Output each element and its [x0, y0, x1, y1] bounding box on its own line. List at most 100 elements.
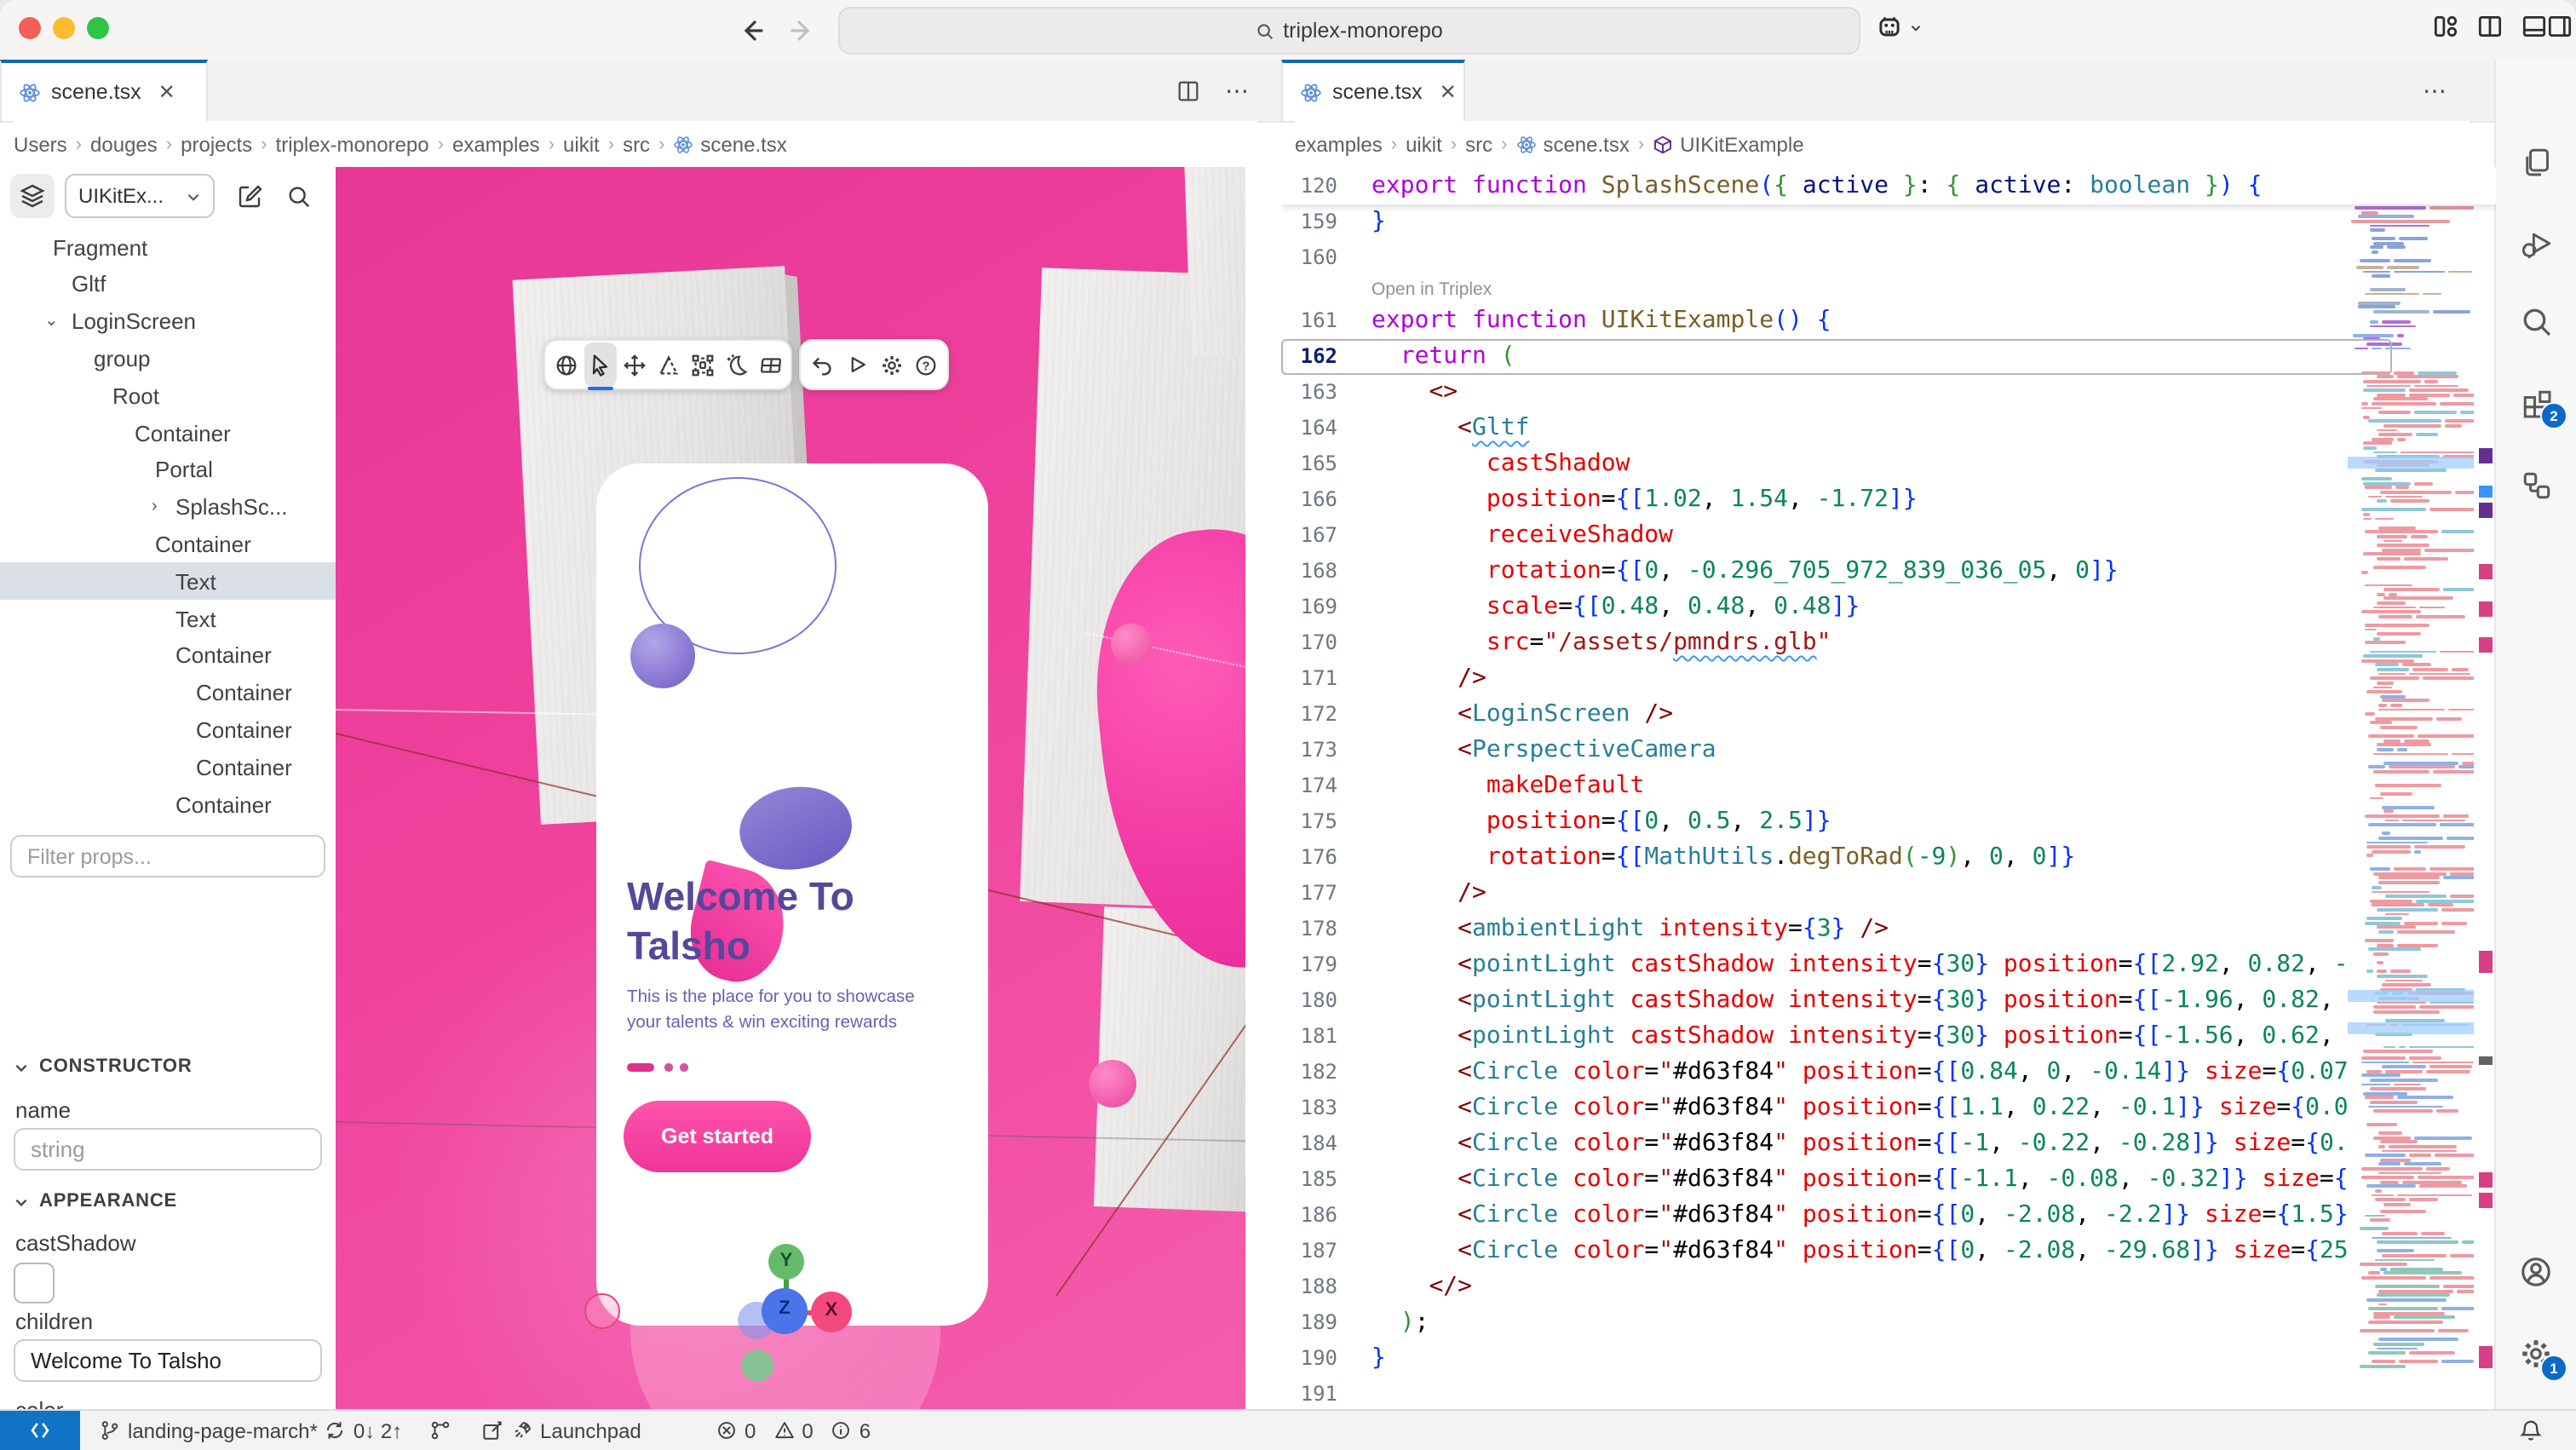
codelens-open-in-triplex[interactable]: Open in Triplex — [1371, 276, 1492, 303]
sidebar-right-button[interactable] — [2545, 12, 2574, 41]
code-line-182[interactable]: 182 <Circle color="#d63f84" position={[0… — [1281, 1055, 2392, 1090]
browser-address-bar[interactable]: triplex-monorepo — [838, 7, 1860, 55]
gray-box-top-right[interactable] — [1184, 167, 1245, 356]
breadcrumb-item[interactable]: Users — [14, 132, 67, 156]
rotate-tool-icon[interactable] — [652, 342, 684, 387]
gizmo-y-handle[interactable]: Y — [768, 1244, 804, 1280]
code-line-175[interactable]: 175 position={[0, 0.5, 2.5]} — [1281, 804, 2392, 840]
code-line-181[interactable]: 181 <pointLight castShadow intensity={30… — [1281, 1019, 2392, 1055]
sticky-code-line[interactable]: 120export function SplashScene({ active … — [1281, 167, 2496, 204]
browser-profile-button[interactable] — [1874, 12, 1923, 43]
code-line-183[interactable]: 183 <Circle color="#d63f84" position={[1… — [1281, 1090, 2392, 1126]
code-line-160[interactable]: 160 — [1281, 240, 2392, 276]
code-line-165[interactable]: 165 castShadow — [1281, 446, 2392, 482]
extensions-icon[interactable]: 2 — [2496, 375, 2576, 433]
launchpad-status[interactable]: Launchpad — [480, 1411, 641, 1450]
small-pink-sphere[interactable] — [1089, 1060, 1136, 1108]
code-line-174[interactable]: 174 makeDefault — [1281, 768, 2392, 804]
code-line-178[interactable]: 178 <ambientLight intensity={3} /> — [1281, 912, 2392, 947]
more-actions-icon[interactable]: ⋯ — [1225, 76, 1251, 105]
settings-gear-icon[interactable] — [875, 342, 908, 387]
code-line-176[interactable]: 176 rotation={[MathUtils.degToRad(-9), 0… — [1281, 840, 2392, 876]
problems-status[interactable]: 0 0 6 — [716, 1411, 871, 1450]
references-icon[interactable] — [2496, 457, 2576, 515]
appearance-section-header[interactable]: APPEARANCE — [14, 1191, 177, 1211]
code-line-163[interactable]: 163 <> — [1281, 375, 2392, 411]
breadcrumb-item[interactable]: examples — [452, 132, 540, 156]
code-line-169[interactable]: 169 scale={[0.48, 0.48, 0.48]} — [1281, 590, 2392, 625]
tree-item-container[interactable]: Container — [0, 711, 336, 749]
breadcrumb-item[interactable]: uikit — [1406, 132, 1442, 156]
grid-frame-icon[interactable] — [754, 342, 786, 387]
remote-indicator[interactable] — [0, 1411, 80, 1450]
tree-item-fragment[interactable]: Fragment — [0, 228, 336, 266]
breadcrumb-item[interactable]: scene.tsx — [1515, 132, 1629, 156]
code-line-177[interactable]: 177 /> — [1281, 876, 2392, 912]
castshadow-checkbox[interactable] — [14, 1263, 55, 1303]
breadcrumb-item[interactable]: douges — [90, 132, 158, 156]
git-branch-status[interactable]: landing-page-march* 0↓ 2↑ — [99, 1411, 402, 1450]
code-line-168[interactable]: 168 rotation={[0, -0.296_705_972_839_036… — [1281, 554, 2392, 590]
close-icon[interactable]: ✕ — [1440, 80, 1457, 104]
code-line-173[interactable]: 173 <PerspectiveCamera — [1281, 733, 2392, 768]
code-line-162[interactable]: 162 return ( — [1281, 339, 2392, 375]
code-line-171[interactable]: 171 /> — [1281, 661, 2392, 697]
tree-item-group[interactable]: group — [0, 340, 336, 377]
breadcrumb-item[interactable]: src — [1465, 132, 1492, 156]
tree-item-text[interactable]: Text — [0, 562, 336, 600]
breadcrumb-left[interactable]: Users›douges›projects›triplex-monorepo›e… — [14, 121, 1257, 167]
gizmo-x-handle[interactable]: X — [811, 1292, 852, 1332]
window-layout-grid-button[interactable] — [2431, 12, 2460, 41]
browser-back-button[interactable] — [733, 12, 770, 49]
breadcrumb-item[interactable]: projects — [181, 132, 252, 156]
code-line-179[interactable]: 179 <pointLight castShadow intensity={30… — [1281, 947, 2392, 983]
search-icon[interactable] — [2496, 293, 2576, 351]
undo-icon[interactable] — [805, 342, 838, 387]
search-scene-icon[interactable] — [279, 177, 317, 215]
tab-scene-tsx-right[interactable]: scene.tsx ✕ — [1281, 60, 1465, 121]
code-editor[interactable]: 120export function SplashScene({ active … — [1281, 167, 2496, 1411]
tree-item-container[interactable]: Container — [0, 526, 336, 563]
browser-forward-button[interactable] — [784, 12, 821, 49]
layers-icon[interactable] — [10, 174, 55, 218]
gizmo-z-handle[interactable]: Z — [762, 1288, 808, 1334]
run-debug-icon[interactable] — [2496, 215, 2576, 273]
tree-item-container[interactable]: Container — [0, 785, 336, 823]
help-icon[interactable]: ? — [910, 342, 943, 387]
edit-component-icon[interactable] — [232, 177, 269, 215]
tree-item-container[interactable]: Container — [0, 637, 336, 675]
code-line-172[interactable]: 172 <LoginScreen /> — [1281, 697, 2392, 733]
breadcrumb-item[interactable]: scene.tsx — [673, 132, 786, 156]
code-line-191[interactable]: 191 — [1281, 1377, 2392, 1411]
code-line-167[interactable]: 167 receiveShadow — [1281, 518, 2392, 554]
select-tool-icon[interactable] — [584, 342, 616, 387]
small-pink-sphere[interactable] — [1111, 624, 1152, 665]
breadcrumb-item[interactable]: uikit — [563, 132, 600, 156]
component-select[interactable]: UIKitEx... — [65, 174, 215, 218]
tree-item-gltf[interactable]: Gltf — [0, 266, 336, 303]
code-line-185[interactable]: 185 <Circle color="#d63f84" position={[-… — [1281, 1162, 2392, 1198]
window-minimize-button[interactable] — [53, 17, 75, 39]
carousel-dots[interactable] — [627, 1063, 729, 1072]
tree-item-container[interactable]: Container — [0, 414, 336, 452]
split-horizontal-button[interactable] — [2520, 12, 2549, 41]
pipeline-status[interactable] — [429, 1411, 451, 1450]
code-line-180[interactable]: 180 <pointLight castShadow intensity={30… — [1281, 983, 2392, 1019]
code-line-159[interactable]: 159} — [1281, 204, 2392, 240]
breadcrumb-item[interactable]: src — [623, 132, 650, 156]
code-line-166[interactable]: 166 position={[1.02, 1.54, -1.72]} — [1281, 482, 2392, 518]
tree-item-container[interactable]: Container — [0, 674, 336, 711]
window-zoom-button[interactable] — [87, 17, 109, 39]
tree-item-container[interactable]: Container — [0, 748, 336, 785]
gizmo-neg-y-handle[interactable] — [741, 1349, 773, 1382]
notifications-bell-icon[interactable] — [2518, 1411, 2544, 1450]
account-icon[interactable] — [2496, 1242, 2576, 1300]
manage-gear-icon[interactable]: 1 — [2496, 1324, 2576, 1382]
breadcrumb-item[interactable]: UIKitExample — [1653, 132, 1803, 156]
tree-item-root[interactable]: Root — [0, 377, 336, 414]
explorer-copy-icon[interactable] — [2496, 133, 2576, 191]
tab-scene-tsx-left[interactable]: scene.tsx ✕ — [0, 60, 208, 121]
gizmo-neg-x-handle[interactable] — [584, 1293, 620, 1329]
code-line-164[interactable]: 164 <Gltf — [1281, 411, 2392, 446]
breadcrumb-item[interactable]: examples — [1295, 132, 1383, 156]
